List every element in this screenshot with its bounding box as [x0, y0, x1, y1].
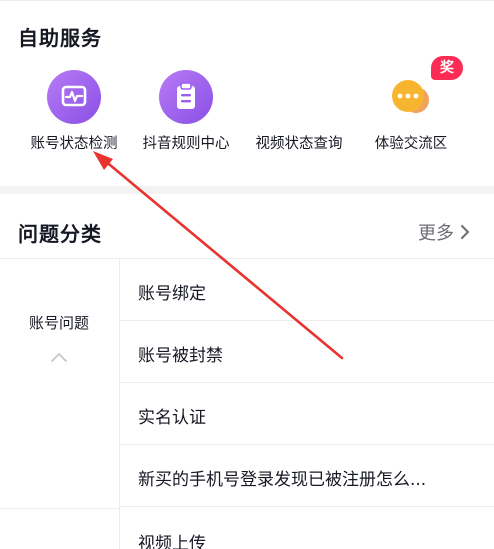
annotation-arrow	[93, 151, 344, 360]
